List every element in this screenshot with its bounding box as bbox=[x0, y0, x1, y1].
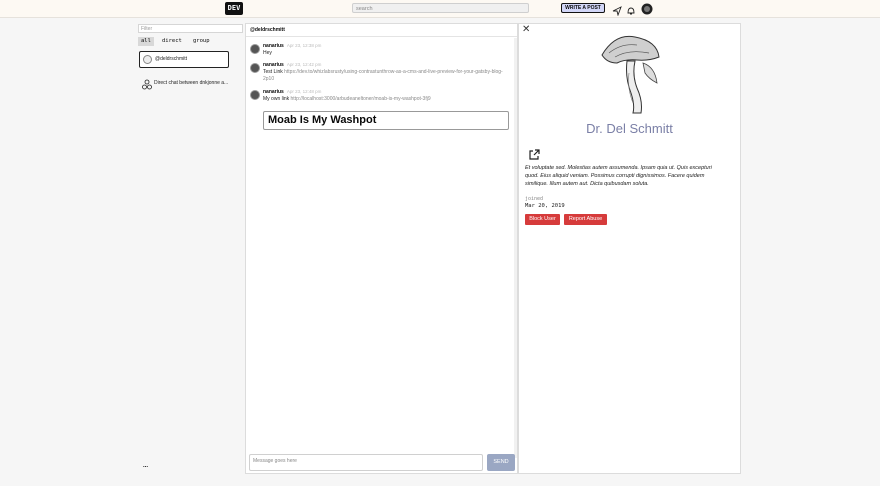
channel-avatar bbox=[143, 55, 152, 64]
chat-panel: @deldrschmitt nanarius Apr 23, 12:38 pm H… bbox=[245, 23, 518, 474]
profile-bio: Et voluptate sed. Molestias autem assume… bbox=[525, 165, 712, 187]
joined-label: joined bbox=[525, 196, 544, 202]
message-time: Apr 23, 12:42 pm bbox=[286, 62, 322, 67]
bell-icon[interactable] bbox=[626, 3, 636, 21]
message-author[interactable]: nanarius bbox=[263, 62, 284, 68]
message-avatar[interactable] bbox=[250, 63, 260, 73]
message-text: My own link bbox=[263, 96, 290, 102]
profile-name: Dr. Del Schmitt bbox=[586, 121, 673, 136]
message-text: Test Link bbox=[263, 69, 283, 75]
filter-input[interactable]: Filter bbox=[138, 24, 243, 33]
channel-item[interactable]: Direct chat between dnkjonne a... bbox=[142, 77, 237, 90]
link-preview-card[interactable]: Moab Is My Washpot bbox=[263, 111, 509, 130]
dev-logo[interactable]: DEV bbox=[225, 2, 243, 15]
message-time: Apr 23, 12:38 pm bbox=[286, 43, 322, 48]
tab-all[interactable]: all bbox=[138, 37, 154, 46]
profile-panel: ✕ Dr. Del Schmitt Et voluptate sed. Mole… bbox=[518, 23, 741, 474]
write-post-button[interactable]: WRITE A POST bbox=[561, 3, 605, 13]
message-meta: nanarius Apr 23, 12:42 pm bbox=[263, 62, 321, 68]
close-icon[interactable]: ✕ bbox=[522, 24, 530, 35]
message: nanarius Apr 23, 12:42 pm Test Link https… bbox=[250, 62, 512, 86]
tab-group[interactable]: group bbox=[190, 37, 213, 46]
tab-direct[interactable]: direct bbox=[159, 37, 185, 46]
channel-label: Direct chat between dnkjonne a... bbox=[154, 80, 229, 86]
block-user-button[interactable]: Block User bbox=[525, 214, 560, 225]
group-chat-icon bbox=[142, 77, 152, 95]
send-button[interactable]: SEND bbox=[487, 454, 515, 471]
message-meta: nanarius Apr 23, 12:48 pm bbox=[263, 89, 321, 95]
message: nanarius Apr 23, 12:48 pm My own link htt… bbox=[250, 89, 512, 105]
more-menu[interactable]: ... bbox=[143, 463, 148, 469]
send-icon[interactable] bbox=[612, 3, 622, 21]
search-input[interactable]: search bbox=[352, 3, 529, 13]
message-author[interactable]: nanarius bbox=[263, 43, 284, 49]
message-body: My own link http://localhost:3000/arbude… bbox=[263, 96, 513, 103]
channel-item-selected[interactable]: @deldrschmitt bbox=[139, 51, 229, 68]
message-time: Apr 23, 12:48 pm bbox=[286, 89, 322, 94]
chat-scrollbar[interactable] bbox=[514, 38, 517, 458]
message-link[interactable]: http://localhost:3000/arbudeaneltoner/mo… bbox=[291, 96, 431, 102]
message-text: Hey bbox=[263, 50, 272, 56]
report-abuse-button[interactable]: Report Abuse bbox=[564, 214, 607, 225]
channel-tabs: all direct group bbox=[138, 37, 243, 46]
message-meta: nanarius Apr 23, 12:38 pm bbox=[263, 43, 321, 49]
chat-header[interactable]: @deldrschmitt bbox=[246, 24, 517, 37]
message-link[interactable]: https://dev.to/whizlabsrusty/using-contr… bbox=[263, 69, 503, 82]
avatar[interactable] bbox=[641, 2, 653, 20]
message: nanarius Apr 23, 12:38 pm Hey bbox=[250, 43, 512, 59]
message-avatar[interactable] bbox=[250, 44, 260, 54]
profile-picture bbox=[597, 33, 663, 120]
joined-date: Mar 20, 2019 bbox=[525, 203, 565, 209]
message-body: Test Link https://dev.to/whizlabsrusty/u… bbox=[263, 69, 513, 83]
channel-label: @deldrschmitt bbox=[155, 56, 188, 62]
top-navbar: DEV search WRITE A POST bbox=[0, 0, 880, 18]
message-author[interactable]: nanarius bbox=[263, 89, 284, 95]
message-input[interactable]: Message goes here bbox=[249, 454, 483, 471]
message-avatar[interactable] bbox=[250, 90, 260, 100]
